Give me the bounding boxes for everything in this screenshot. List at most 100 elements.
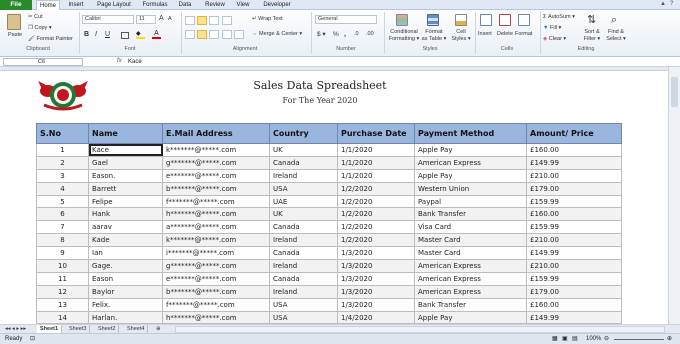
cell-email[interactable]: k*******@*****.com — [162, 233, 270, 248]
merge-center-button[interactable]: ⇔ Merge & Center ▾ — [252, 31, 302, 38]
worksheet[interactable]: Sales Data Spreadsheet For The Year 2020… — [0, 71, 668, 324]
increase-indent-button[interactable] — [234, 30, 244, 39]
header-email[interactable]: E.Mail Address — [162, 123, 270, 144]
cell-amount[interactable]: £160.00 — [526, 207, 622, 222]
cell-payment[interactable]: Visa Card — [414, 220, 527, 235]
cell-amount[interactable]: £210.00 — [526, 233, 622, 248]
cell-amount[interactable]: £160.00 — [526, 143, 622, 157]
tab-developer[interactable]: Developer — [260, 0, 294, 10]
shrink-font-button[interactable]: A — [168, 16, 172, 23]
cell-country[interactable]: UK — [269, 143, 338, 157]
cell-date[interactable]: 1/3/2020 — [337, 284, 415, 299]
cell-date[interactable]: 1/3/2020 — [337, 246, 415, 261]
cell-date[interactable]: 1/2/2020 — [337, 181, 415, 196]
conditional-formatting-button[interactable]: Conditional Formatting ▾ — [388, 29, 420, 43]
vertical-scrollbar[interactable] — [668, 67, 680, 324]
zoom-out-icon[interactable]: ⊖ — [604, 334, 609, 344]
cell-amount[interactable]: £210.00 — [526, 259, 622, 273]
font-color-icon[interactable]: A — [152, 30, 161, 39]
cell-email[interactable]: g*******@*****.com — [162, 155, 270, 170]
header-payment-method[interactable]: Payment Method — [414, 123, 527, 144]
cell-name[interactable]: Felipe — [88, 194, 163, 209]
cell-email[interactable]: h*******@*****.com — [162, 207, 270, 222]
cell-sno[interactable]: 6 — [36, 207, 89, 222]
zoom-in-icon[interactable]: ⊕ — [667, 334, 672, 344]
cell-name[interactable]: Ian — [88, 246, 163, 261]
minimize-ribbon-icon[interactable]: ▲ — [660, 1, 666, 7]
underline-button[interactable]: U — [105, 31, 110, 38]
fx-icon[interactable]: fx — [117, 58, 122, 64]
cell-styles-button[interactable]: Cell Styles ▾ — [449, 29, 473, 43]
format-as-table-button[interactable]: Format as Table ▾ — [419, 29, 449, 43]
header-sno[interactable]: S.No — [36, 123, 89, 144]
cell-amount[interactable]: £149.99 — [526, 155, 622, 170]
cell-date[interactable]: 1/2/2020 — [337, 207, 415, 222]
cell-payment[interactable]: Apple Pay — [414, 310, 527, 324]
normal-view-icon[interactable]: ▦ — [552, 334, 558, 344]
cell-amount[interactable]: £149.99 — [526, 310, 622, 324]
orientation-button[interactable] — [222, 16, 232, 25]
cell-name[interactable]: Harlan. — [88, 310, 163, 324]
tab-home[interactable]: Home — [36, 0, 60, 10]
cell-email[interactable]: f*******@*****.com — [162, 194, 270, 209]
header-name[interactable]: Name — [88, 123, 163, 144]
tab-review[interactable]: Review — [202, 0, 228, 10]
cell-sno[interactable]: 10 — [36, 259, 89, 273]
cell-country[interactable]: Ireland — [269, 259, 338, 273]
cell-country[interactable]: USA — [269, 297, 338, 312]
paste-button[interactable]: Paste — [8, 32, 22, 39]
cell-country[interactable]: UK — [269, 207, 338, 222]
cell-name[interactable]: Gael — [88, 155, 163, 170]
cell-payment[interactable]: Master Card — [414, 233, 527, 248]
clear-button[interactable]: ◈ Clear ▾ — [543, 36, 566, 43]
cell-country[interactable]: Canada — [269, 155, 338, 170]
tab-insert[interactable]: Insert — [64, 0, 88, 10]
autosum-button[interactable]: Σ AutoSum ▾ — [543, 14, 575, 21]
cell-payment[interactable]: Western Union — [414, 181, 527, 196]
wrap-text-button[interactable]: ↵ Wrap Text — [252, 16, 283, 23]
cell-country[interactable]: UAE — [269, 194, 338, 209]
page-break-view-icon[interactable]: ▤ — [572, 334, 578, 344]
zoom-level[interactable]: 100% — [586, 334, 601, 344]
cell-email[interactable]: i*******@*****.com — [162, 246, 270, 261]
tab-formulas[interactable]: Formulas — [140, 0, 170, 10]
comma-button[interactable]: , — [344, 31, 346, 38]
cell-payment[interactable]: American Express — [414, 271, 527, 286]
bold-button[interactable]: B — [84, 31, 89, 38]
align-bottom-button[interactable] — [209, 16, 219, 25]
align-left-button[interactable] — [185, 30, 195, 39]
cell-payment[interactable]: American Express — [414, 284, 527, 299]
cell-sno[interactable]: 11 — [36, 271, 89, 286]
tab-file[interactable]: File — [0, 0, 32, 10]
zoom-slider[interactable] — [614, 339, 664, 340]
currency-button[interactable]: $ ▾ — [317, 31, 326, 38]
cell-date[interactable]: 1/2/2020 — [337, 194, 415, 209]
cell-name[interactable]: Kace — [88, 143, 163, 157]
cell-name[interactable]: Eason — [88, 271, 163, 286]
cell-sno[interactable]: 14 — [36, 310, 89, 324]
cell-payment[interactable]: American Express — [414, 259, 527, 273]
percent-button[interactable]: % — [333, 31, 339, 38]
cell-amount[interactable]: £210.00 — [526, 168, 622, 183]
cell-email[interactable]: e*******@*****.com — [162, 168, 270, 183]
font-size-select[interactable]: 11 — [136, 15, 156, 24]
cell-amount[interactable]: £159.99 — [526, 220, 622, 235]
cell-country[interactable]: USA — [269, 181, 338, 196]
fill-color-icon[interactable]: ◆ — [136, 31, 145, 39]
delete-cells-button[interactable]: Delete — [497, 31, 513, 38]
borders-icon[interactable] — [121, 32, 129, 39]
cell-name[interactable]: Barrett — [88, 181, 163, 196]
header-amount[interactable]: Amount/ Price — [526, 123, 622, 144]
cell-date[interactable]: 1/1/2020 — [337, 155, 415, 170]
cell-amount[interactable]: £159.99 — [526, 271, 622, 286]
cell-email[interactable]: h*******@*****.com — [162, 310, 270, 324]
cell-name[interactable]: aarav — [88, 220, 163, 235]
cell-country[interactable]: Ireland — [269, 233, 338, 248]
number-format-select[interactable]: General — [315, 15, 377, 24]
cell-payment[interactable]: Apple Pay — [414, 168, 527, 183]
insert-cells-button[interactable]: Insert — [478, 31, 492, 38]
cell-country[interactable]: Canada — [269, 271, 338, 286]
tab-data[interactable]: Data — [175, 0, 195, 10]
cell-country[interactable]: USA — [269, 310, 338, 324]
cell-payment[interactable]: Paypal — [414, 194, 527, 209]
